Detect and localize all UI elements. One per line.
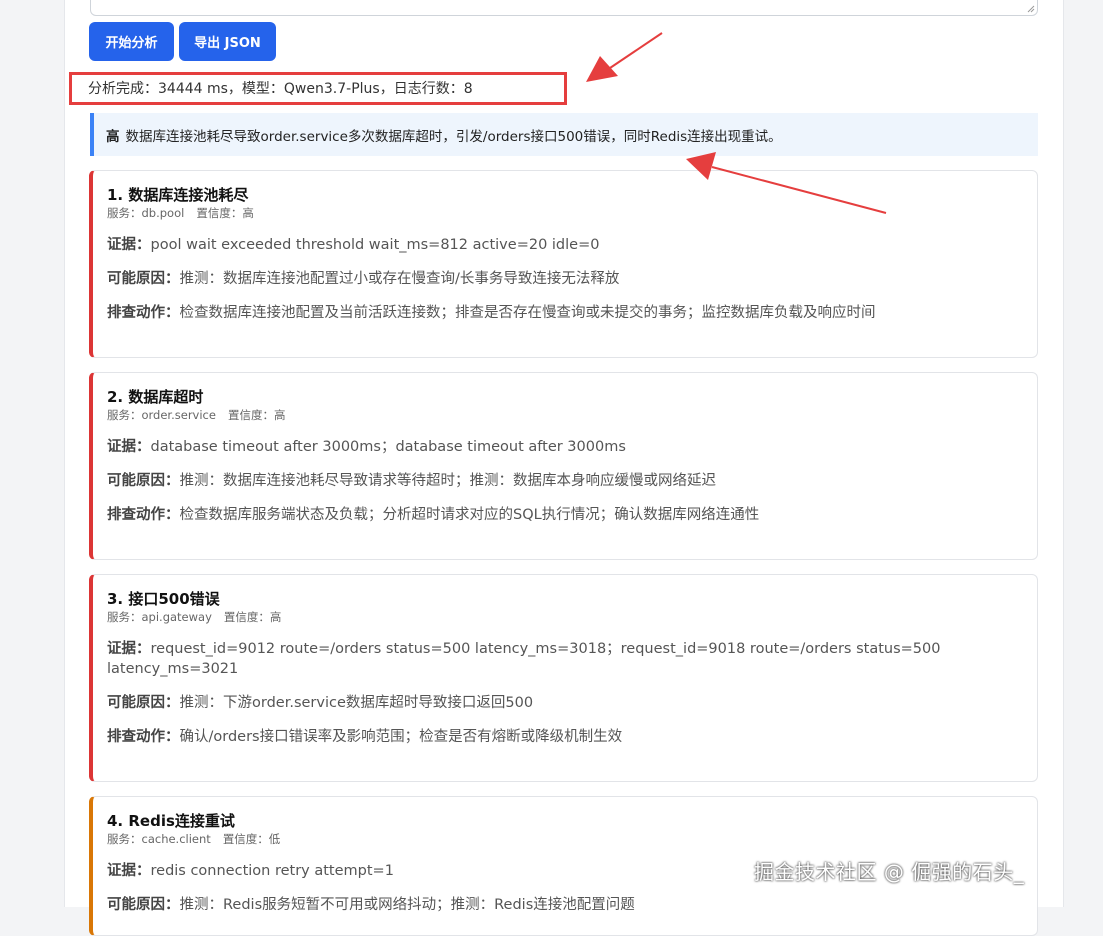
annotation-arrow-icon	[686, 152, 887, 214]
watermark: 掘金技术社区 @ 倔强的石头_	[754, 860, 1025, 884]
annotation-arrows	[586, 32, 887, 214]
annotation-arrow-icon	[586, 32, 663, 82]
